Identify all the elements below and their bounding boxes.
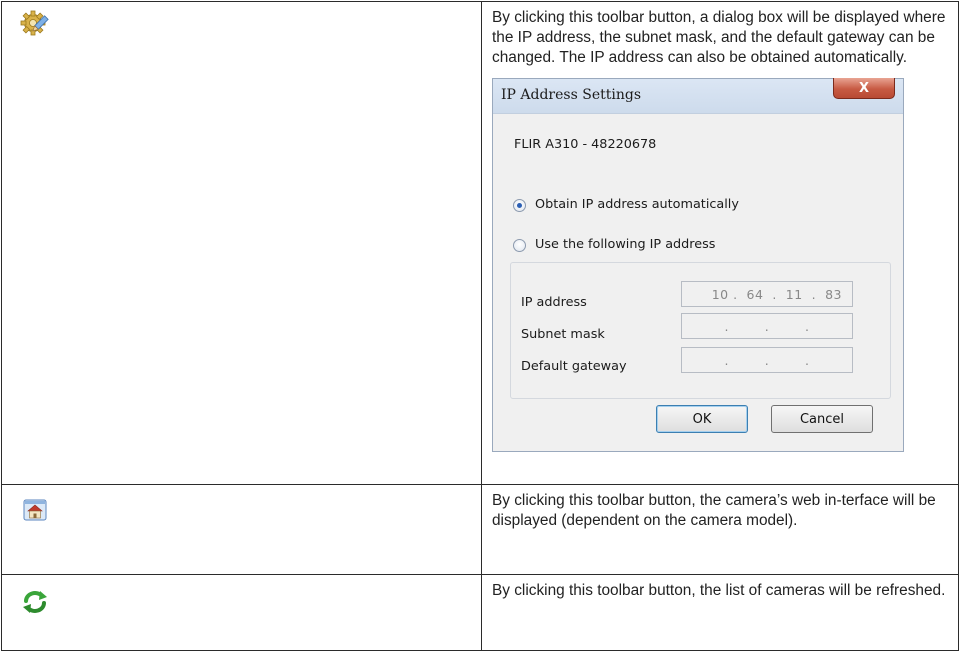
icon-cell [1,573,482,652]
radio-use-following-ip[interactable] [513,239,526,252]
subnet-mask-label: Subnet mask [521,327,605,342]
ip-address-label: IP address [521,295,587,310]
description-text: By clicking this toolbar button, the lis… [492,581,946,599]
description-cell: By clicking this toolbar button, the cam… [481,483,959,575]
web-interface-home-icon [23,499,47,521]
description-cell: By clicking this toolbar button, the lis… [481,573,959,652]
table-row: By clicking this toolbar button, the cam… [1,483,959,575]
table-row: By clicking this toolbar button, a dialo… [1,1,959,485]
radio-obtain-automatically[interactable] [513,199,526,212]
ip-address-settings-dialog: IP Address Settings X FLIR A310 - 482206… [492,78,904,452]
settings-gear-pencil-icon [20,10,49,36]
description-cell: By clicking this toolbar button, a dialo… [481,1,959,485]
table-row: By clicking this toolbar button, the lis… [1,573,959,652]
toolbar-description-table: By clicking this toolbar button, a dialo… [1,1,959,652]
subnet-mask-field[interactable]: . . . [681,313,853,339]
dialog-body: FLIR A310 - 48220678 Obtain IP address a… [493,114,903,451]
close-icon: X [858,80,870,96]
icon-cell [1,1,482,485]
default-gateway-label: Default gateway [521,359,627,374]
icon-cell [1,483,482,575]
camera-name: FLIR A310 - 48220678 [514,137,657,152]
description-text: By clicking this toolbar button, the cam… [492,491,936,529]
radio-use-following-ip-label[interactable]: Use the following IP address [535,237,715,252]
refresh-arrows-icon [23,590,47,613]
ip-address-field[interactable]: 10 . 64 . 11 . 83 [681,281,853,307]
description-text: By clicking this toolbar button, a dialo… [492,9,946,66]
cancel-button[interactable]: Cancel [771,405,873,433]
ok-button[interactable]: OK [656,405,748,433]
close-button[interactable]: X [833,78,895,99]
radio-obtain-automatically-label[interactable]: Obtain IP address automatically [535,197,739,212]
dialog-title: IP Address Settings [501,87,641,103]
dialog-titlebar: IP Address Settings X [493,78,903,114]
ip-settings-groupbox: IP address 10 . 64 . 11 . 83 Subnet mask… [510,262,891,399]
default-gateway-field[interactable]: . . . [681,347,853,373]
